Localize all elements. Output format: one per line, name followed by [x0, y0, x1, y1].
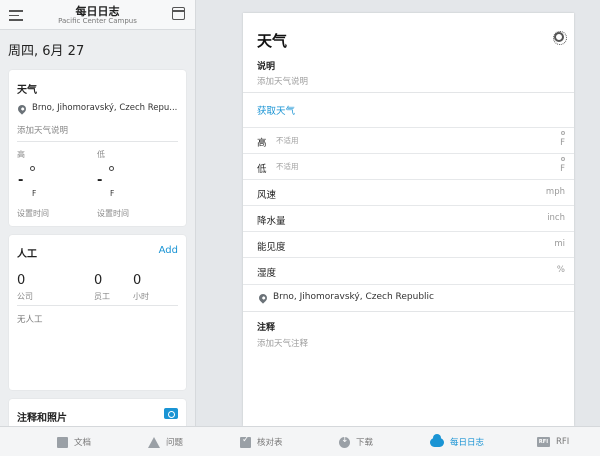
row-label: 风速 — [257, 190, 277, 201]
bottom-tab-bar: 文档 问题 核对表 下载 每日日志 RFI RFI — [0, 426, 600, 456]
tab-daily-log[interactable]: 每日日志 — [430, 427, 484, 456]
document-icon — [57, 436, 68, 448]
gear-icon[interactable] — [553, 31, 567, 45]
high-set-time[interactable]: 设置时间 — [17, 208, 49, 219]
tab-downloads[interactable]: 下载 — [339, 427, 373, 456]
labor-card-title: 人工 — [17, 249, 37, 260]
warning-icon — [148, 436, 160, 448]
row-unit: F — [560, 164, 565, 174]
high-temp-row[interactable]: 高 不适用 F — [243, 127, 574, 153]
low-temp-input[interactable]: 不适用 — [276, 161, 299, 172]
low-temp-row[interactable]: 低 不适用 F — [243, 153, 574, 179]
row-label: 低 — [257, 164, 267, 175]
degree-icon — [561, 157, 565, 161]
low-value: - — [97, 173, 103, 188]
labor-card: 人工 Add 0 0 0 公司 员工 小时 无人工 — [9, 235, 186, 390]
visibility-row[interactable]: 能见度 mi — [243, 231, 574, 257]
no-labor-text: 无人工 — [17, 315, 43, 325]
tab-label: 每日日志 — [450, 438, 485, 448]
degree-icon — [30, 166, 35, 171]
weather-cloud-icon — [430, 433, 444, 447]
row-unit: % — [556, 265, 565, 275]
add-labor-button[interactable]: Add — [159, 245, 178, 256]
checklist-icon — [240, 435, 251, 448]
description-input[interactable]: 添加天气说明 — [257, 75, 308, 87]
row-unit: F — [560, 138, 565, 148]
workers-count: 0 — [94, 273, 103, 288]
wind-speed-row[interactable]: 风速 mph — [243, 179, 574, 205]
low-label: 低 — [97, 150, 105, 159]
workers-label: 员工 — [94, 292, 110, 301]
fetch-weather-button[interactable]: 获取天气 — [257, 103, 295, 117]
low-unit: F — [110, 189, 115, 198]
project-subtitle: Pacific Center Campus — [58, 17, 137, 25]
location-pin-icon — [257, 292, 269, 304]
download-icon — [339, 435, 350, 448]
location-pin-icon — [16, 103, 28, 115]
rfi-icon: RFI — [537, 437, 550, 447]
weather-card[interactable]: 天气 Brno, Jihomoravský, Czech Repu... 添加天… — [9, 70, 186, 226]
row-label: 湿度 — [257, 268, 277, 279]
high-label: 高 — [17, 150, 25, 159]
date-label: 周四, 6月 27 — [8, 44, 85, 59]
high-value: - — [18, 173, 24, 188]
add-photo-camera-icon[interactable] — [164, 408, 178, 419]
divider — [17, 141, 178, 142]
tab-rfi[interactable]: RFI RFI — [537, 427, 569, 456]
notes-card-title: 注释和照片 — [17, 413, 67, 424]
tab-checklists[interactable]: 核对表 — [240, 427, 283, 456]
divider — [243, 92, 574, 93]
divider — [17, 305, 178, 306]
row-label: 能见度 — [257, 242, 286, 253]
notes-label: 注释 — [257, 323, 276, 333]
high-unit: F — [32, 189, 37, 198]
description-label: 说明 — [257, 62, 276, 72]
tab-label: 文档 — [74, 438, 92, 448]
low-set-time[interactable]: 设置时间 — [97, 208, 129, 219]
divider — [243, 311, 574, 312]
detail-location: Brno, Jihomoravský, Czech Republic — [273, 292, 434, 302]
weather-card-title: 天气 — [17, 85, 37, 96]
hours-count: 0 — [133, 273, 142, 288]
weather-detail-panel: 天气 说明 添加天气说明 获取天气 高 不适用 F 低 不适用 F 风速 mph… — [243, 13, 574, 426]
companies-label: 公司 — [17, 292, 33, 301]
companies-count: 0 — [17, 273, 26, 288]
tab-issues[interactable]: 问题 — [148, 427, 183, 456]
row-unit: inch — [547, 213, 565, 223]
row-label: 降水量 — [257, 216, 286, 227]
precipitation-row[interactable]: 降水量 inch — [243, 205, 574, 231]
degree-icon — [109, 166, 114, 171]
tab-label: RFI — [556, 437, 570, 447]
weather-location: Brno, Jihomoravský, Czech Repu... — [32, 103, 178, 113]
tab-label: 问题 — [166, 438, 184, 448]
location-row[interactable]: Brno, Jihomoravský, Czech Republic — [243, 284, 574, 311]
degree-icon — [561, 131, 565, 135]
tab-documents[interactable]: 文档 — [57, 427, 91, 456]
row-unit: mph — [545, 187, 565, 197]
tab-label: 下载 — [356, 438, 374, 448]
calendar-icon[interactable] — [172, 7, 185, 20]
high-temp-input[interactable]: 不适用 — [276, 135, 299, 146]
hours-label: 小时 — [133, 292, 149, 301]
row-unit: mi — [554, 239, 565, 249]
notes-photos-card: 注释和照片 — [9, 399, 186, 426]
top-bar: 每日日志 Pacific Center Campus — [0, 0, 195, 30]
row-label: 高 — [257, 138, 267, 149]
detail-title: 天气 — [257, 32, 288, 50]
add-weather-description[interactable]: 添加天气说明 — [17, 124, 68, 136]
notes-input[interactable]: 添加天气注释 — [257, 337, 308, 349]
humidity-row[interactable]: 湿度 % — [243, 257, 574, 283]
left-panel: 每日日志 Pacific Center Campus 周四, 6月 27 天气 … — [0, 0, 196, 426]
tab-label: 核对表 — [257, 438, 283, 448]
